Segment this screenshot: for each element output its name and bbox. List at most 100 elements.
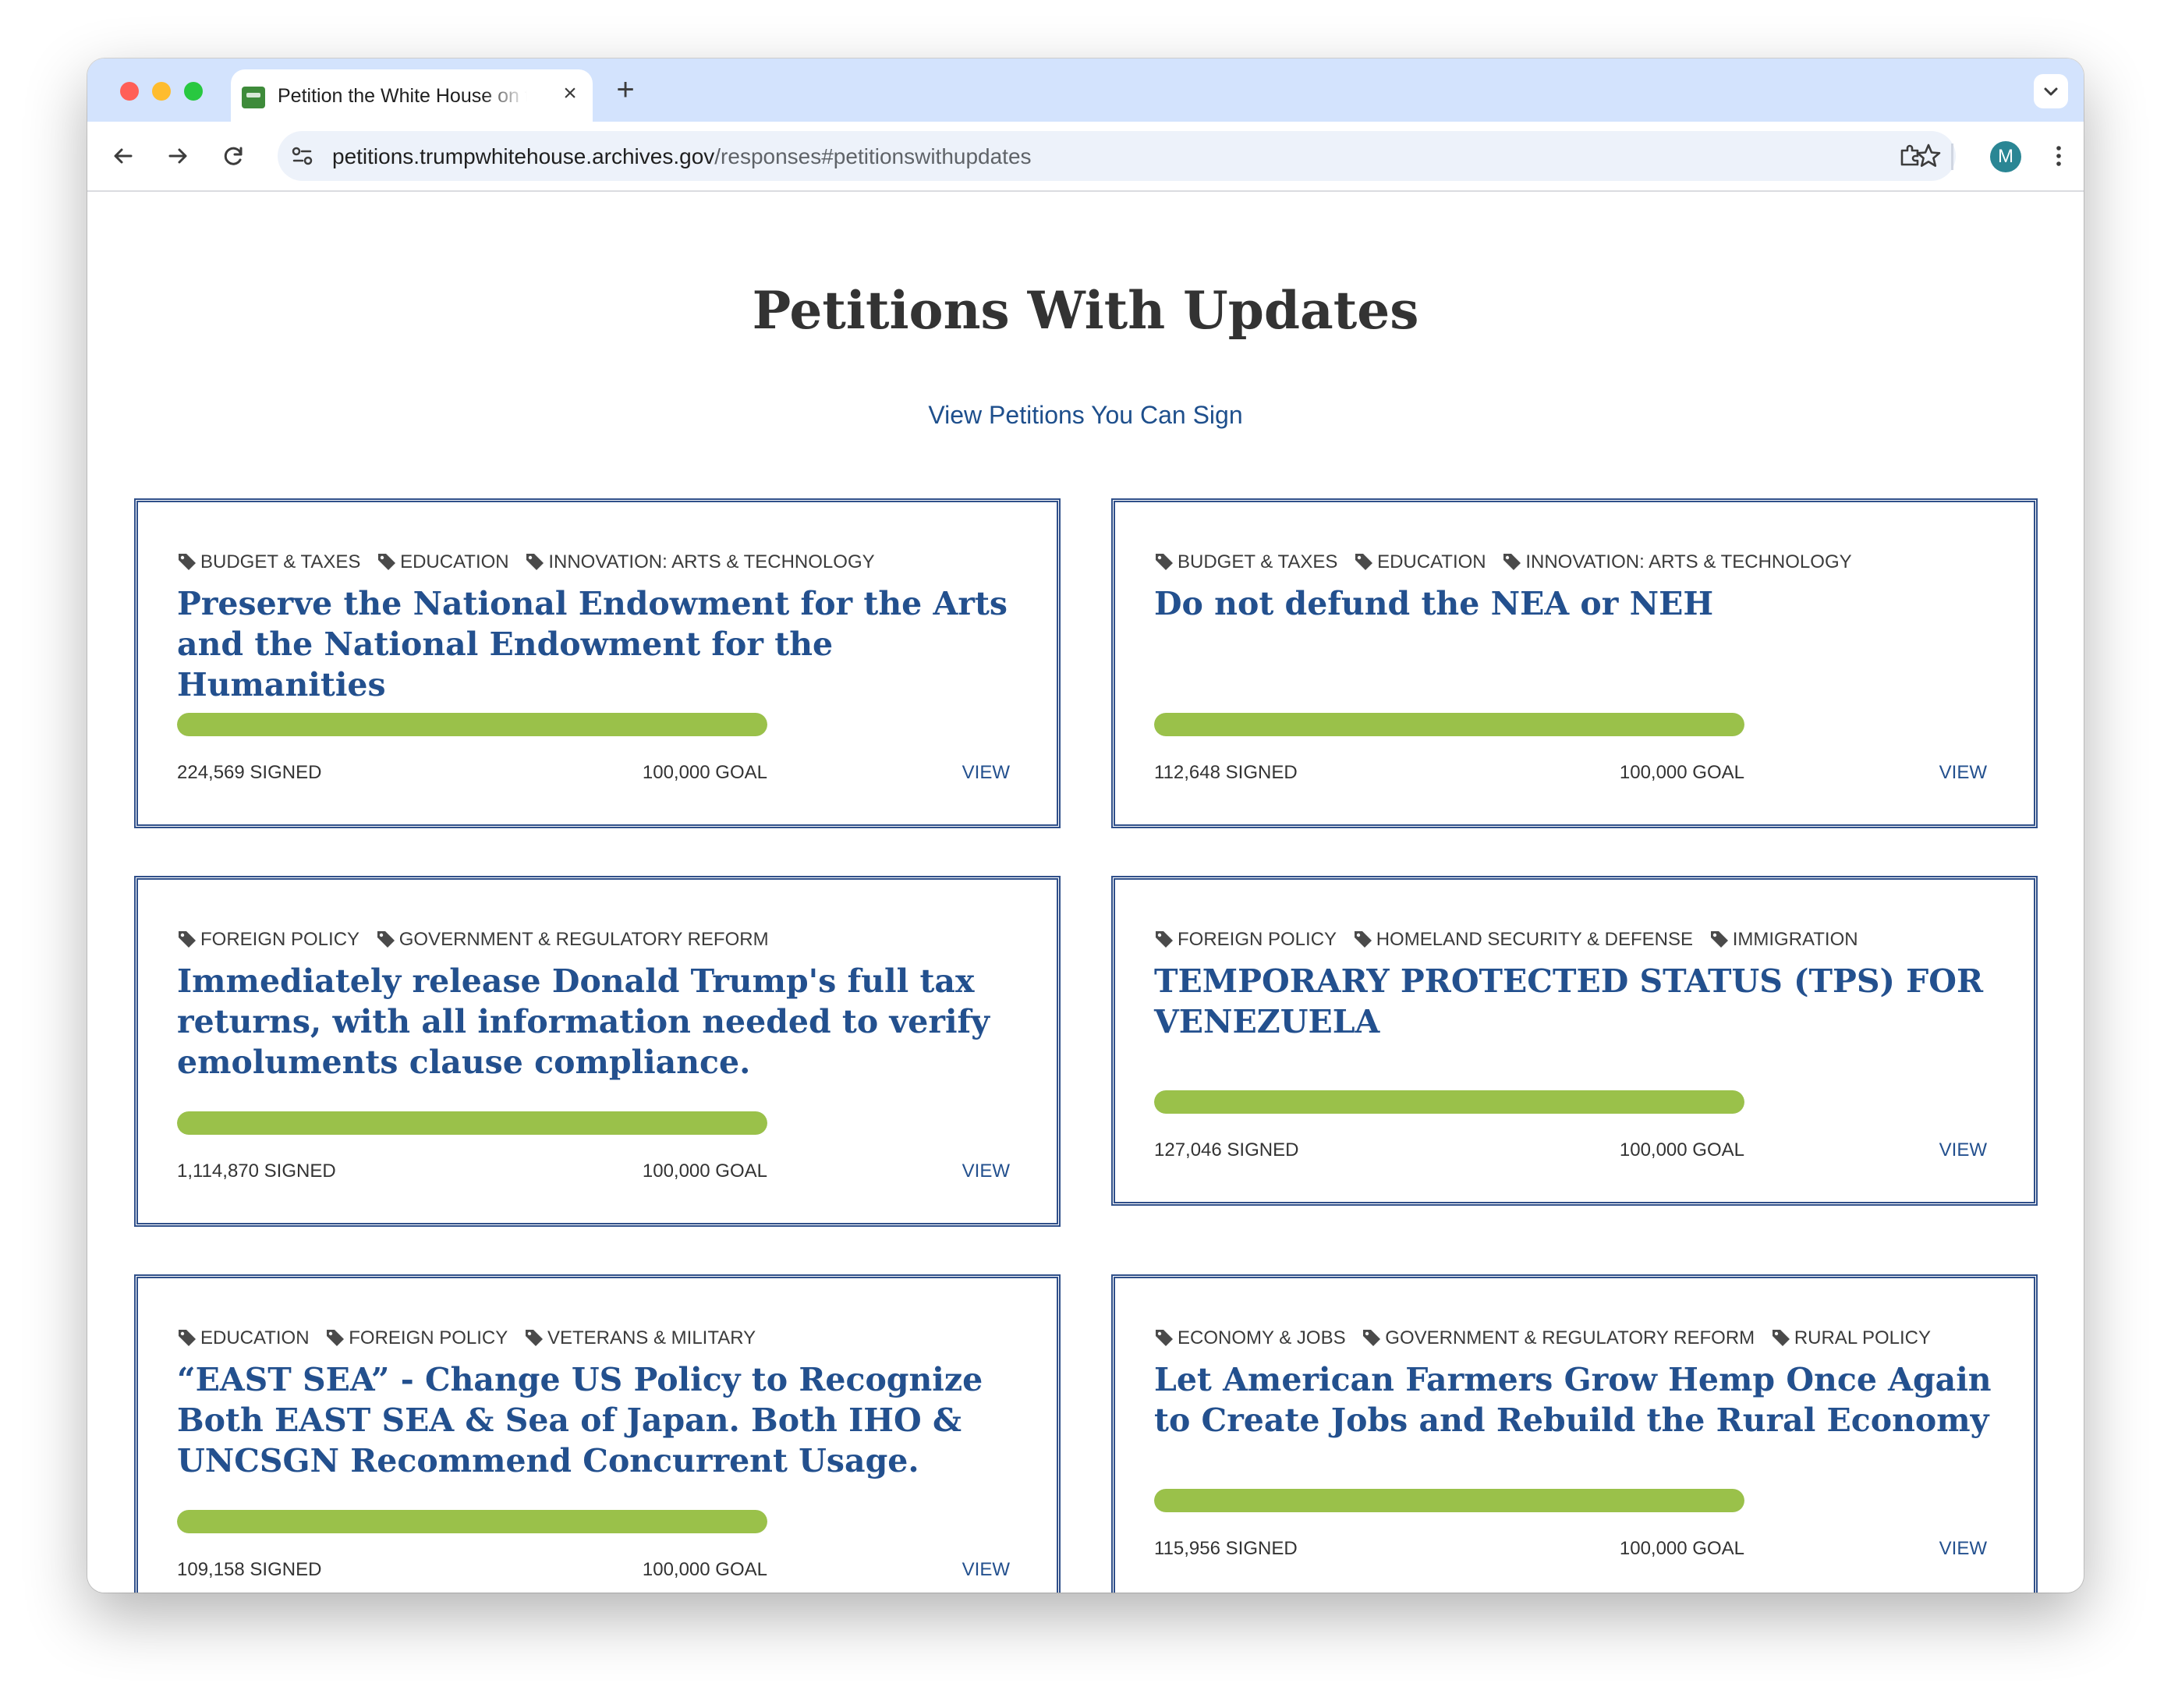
- url-host: petitions.trumpwhitehouse.archives.gov: [332, 144, 715, 168]
- reload-button[interactable]: [217, 139, 251, 173]
- address-bar[interactable]: petitions.trumpwhitehouse.archives.gov/r…: [278, 131, 1956, 181]
- tag[interactable]: BUDGET & TAXES: [177, 551, 360, 574]
- tag-label: FOREIGN POLICY: [1178, 929, 1337, 950]
- goal-count: 100,000 GOAL: [642, 1161, 767, 1182]
- petition-title[interactable]: Preserve the National Endowment for the …: [177, 583, 1019, 705]
- goal-count: 100,000 GOAL: [1619, 762, 1744, 783]
- tag-icon: [525, 1330, 543, 1346]
- petition-title[interactable]: Let American Farmers Grow Hemp Once Agai…: [1154, 1359, 1996, 1440]
- tag-icon: [526, 554, 544, 570]
- tag[interactable]: INNOVATION: ARTS & TECHNOLOGY: [525, 551, 875, 574]
- tag[interactable]: EDUCATION: [177, 1327, 310, 1350]
- tag[interactable]: VETERANS & MILITARY: [524, 1327, 756, 1350]
- petition-card: FOREIGN POLICY GOVERNMENT & REGULATORY R…: [134, 876, 1061, 1227]
- tag[interactable]: GOVERNMENT & REGULATORY REFORM: [1362, 1327, 1755, 1350]
- tag-list: BUDGET & TAXES EDUCATION INNOVATION: ART…: [1154, 551, 1863, 574]
- petition-title[interactable]: Immediately release Donald Trump's full …: [177, 961, 1019, 1083]
- tag-icon: [179, 1330, 196, 1346]
- petition-title[interactable]: “EAST SEA” - Change US Policy to Recogni…: [177, 1359, 1019, 1481]
- tag[interactable]: EDUCATION: [377, 551, 509, 574]
- tag-label: INNOVATION: ARTS & TECHNOLOGY: [548, 551, 875, 572]
- tag-label: VETERANS & MILITARY: [547, 1327, 756, 1348]
- view-link[interactable]: VIEW: [962, 1161, 1010, 1182]
- view-petitions-link-label[interactable]: View Petitions You Can Sign: [928, 401, 1242, 429]
- site-settings-icon[interactable]: [287, 140, 318, 172]
- tag-list: ECONOMY & JOBS GOVERNMENT & REGULATORY R…: [1154, 1327, 1942, 1350]
- profile-avatar[interactable]: M: [1990, 141, 2021, 172]
- signature-progress-bar: [1154, 713, 1744, 736]
- view-petitions-link[interactable]: View Petitions You Can Sign: [87, 401, 2084, 430]
- back-button[interactable]: [106, 139, 140, 173]
- signature-progress-bar: [1154, 1090, 1744, 1114]
- goal-count: 100,000 GOAL: [642, 1559, 767, 1580]
- tag-icon: [1710, 931, 1728, 948]
- tag-icon: [179, 554, 196, 570]
- extensions-button[interactable]: [1893, 139, 1928, 173]
- tag[interactable]: FOREIGN POLICY: [177, 928, 359, 951]
- page-content: Petitions With Updates View Petitions Yo…: [87, 192, 2084, 1593]
- forward-button[interactable]: [161, 139, 195, 173]
- view-link[interactable]: VIEW: [1939, 1538, 1987, 1560]
- tag[interactable]: GOVERNMENT & REGULATORY REFORM: [376, 928, 769, 951]
- tag-list: BUDGET & TAXES EDUCATION INNOVATION: ART…: [177, 551, 886, 574]
- zoom-window-button[interactable]: [184, 82, 203, 101]
- signature-progress-bar: [177, 1111, 767, 1135]
- tag[interactable]: INNOVATION: ARTS & TECHNOLOGY: [1502, 551, 1852, 574]
- tag[interactable]: EDUCATION: [1354, 551, 1486, 574]
- active-tab[interactable]: Petition the White House on the Issues t…: [231, 69, 593, 122]
- tag-label: EDUCATION: [200, 1327, 310, 1348]
- view-link[interactable]: VIEW: [962, 1559, 1010, 1581]
- tag-icon: [179, 931, 196, 948]
- tag-label: HOMELAND SECURITY & DEFENSE: [1376, 929, 1694, 950]
- signed-count: 112,648 SIGNED: [1154, 762, 1298, 783]
- tag[interactable]: ECONOMY & JOBS: [1154, 1327, 1346, 1350]
- progress-fill: [177, 1111, 767, 1135]
- forward-arrow-icon: [168, 148, 187, 164]
- signed-count: 224,569 SIGNED: [177, 762, 322, 783]
- progress-fill: [1154, 1489, 1744, 1512]
- petition-card: ECONOMY & JOBS GOVERNMENT & REGULATORY R…: [1111, 1274, 2038, 1593]
- minimize-window-button[interactable]: [152, 82, 171, 101]
- signed-count: 1,114,870 SIGNED: [177, 1161, 336, 1182]
- browser-menu-button[interactable]: [2042, 139, 2076, 173]
- close-window-button[interactable]: [120, 82, 139, 101]
- tag-label: GOVERNMENT & REGULATORY REFORM: [398, 929, 769, 950]
- tag-icon: [377, 931, 395, 948]
- signature-progress-bar: [1154, 1489, 1744, 1512]
- petition-title[interactable]: Do not defund the NEA or NEH: [1154, 583, 1996, 624]
- petition-title[interactable]: TEMPORARY PROTECTED STATUS (TPS) FOR VEN…: [1154, 961, 1996, 1042]
- tag[interactable]: HOMELAND SECURITY & DEFENSE: [1353, 928, 1693, 951]
- view-link[interactable]: VIEW: [1939, 1139, 1987, 1161]
- progress-fill: [1154, 1090, 1744, 1114]
- reload-icon: [224, 147, 243, 165]
- tag[interactable]: BUDGET & TAXES: [1154, 551, 1337, 574]
- tag[interactable]: FOREIGN POLICY: [1154, 928, 1337, 951]
- back-arrow-icon: [114, 148, 133, 164]
- tag-label: IMMIGRATION: [1732, 929, 1858, 950]
- tag-icon: [1156, 1330, 1173, 1346]
- tab-title: Petition the White House on the Issues t…: [278, 85, 527, 107]
- progress-fill: [177, 713, 767, 736]
- tab-strip: Petition the White House on the Issues t…: [87, 58, 2084, 122]
- tag-label: BUDGET & TAXES: [1178, 551, 1338, 572]
- tag-icon: [1156, 554, 1173, 570]
- tag-icon: [378, 554, 396, 570]
- view-link[interactable]: VIEW: [1939, 762, 1987, 784]
- tag[interactable]: FOREIGN POLICY: [325, 1327, 508, 1350]
- tag-label: BUDGET & TAXES: [200, 551, 361, 572]
- toolbar-divider: [1951, 144, 1953, 170]
- signature-progress-bar: [177, 713, 767, 736]
- tag-label: GOVERNMENT & REGULATORY REFORM: [1385, 1327, 1755, 1348]
- tab-search-button[interactable]: [2034, 74, 2068, 108]
- extensions-icon: [1900, 144, 1919, 166]
- petition-card: EDUCATION FOREIGN POLICY VETERANS & MILI…: [134, 1274, 1061, 1593]
- browser-window: Petition the White House on the Issues t…: [87, 58, 2084, 1593]
- signature-progress-bar: [177, 1510, 767, 1533]
- view-link[interactable]: VIEW: [962, 762, 1010, 784]
- close-icon[interactable]: ×: [558, 82, 582, 105]
- signed-count: 109,158 SIGNED: [177, 1559, 322, 1580]
- goal-count: 100,000 GOAL: [642, 762, 767, 783]
- plus-icon[interactable]: +: [610, 74, 641, 105]
- tag[interactable]: IMMIGRATION: [1709, 928, 1858, 951]
- tag[interactable]: RURAL POLICY: [1771, 1327, 1931, 1350]
